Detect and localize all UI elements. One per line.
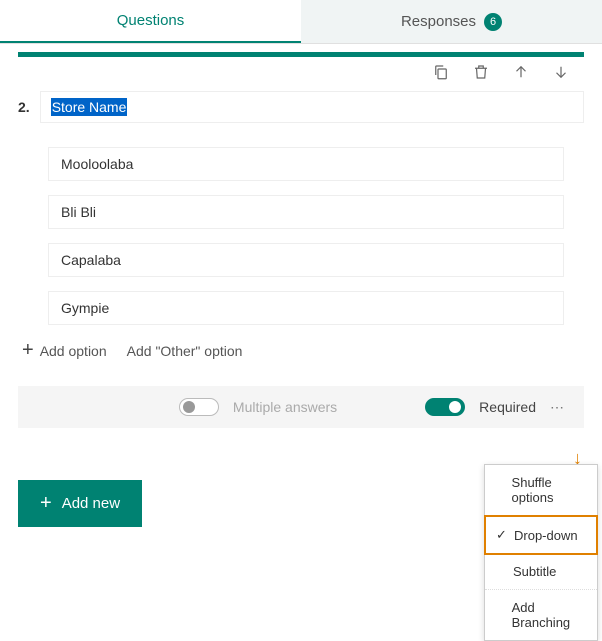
- menu-branching-label: Add Branching: [512, 600, 587, 630]
- check-icon: ✓: [496, 527, 508, 543]
- required-label: Required: [479, 399, 536, 415]
- tab-responses-label: Responses: [401, 13, 476, 30]
- menu-subtitle[interactable]: Subtitle: [485, 554, 597, 590]
- option-input[interactable]: Mooloolaba: [48, 147, 564, 181]
- question-footer: Multiple answers Required ⋯: [18, 386, 584, 428]
- required-toggle[interactable]: [425, 398, 465, 416]
- add-option-label: Add option: [40, 343, 107, 359]
- add-option-row: + Add option Add "Other" option: [22, 339, 584, 362]
- options-list: Mooloolaba Bli Bli Capalaba Gympie: [48, 147, 584, 325]
- plus-icon: +: [40, 492, 52, 515]
- option-input[interactable]: Gympie: [48, 291, 564, 325]
- multiple-answers-toggle[interactable]: [179, 398, 219, 416]
- more-options-menu: Shuffle options ✓ Drop-down Subtitle Add…: [484, 464, 598, 641]
- tab-responses[interactable]: Responses 6: [301, 0, 602, 43]
- question-title-text: Store Name: [51, 98, 128, 116]
- add-other-option-button[interactable]: Add "Other" option: [127, 343, 243, 359]
- tab-questions[interactable]: Questions: [0, 0, 301, 43]
- more-options-button[interactable]: ⋯: [550, 399, 566, 416]
- option-input[interactable]: Bli Bli: [48, 195, 564, 229]
- question-title-input[interactable]: Store Name: [40, 91, 584, 123]
- add-other-label: Add "Other" option: [127, 343, 243, 359]
- question-number: 2.: [18, 91, 30, 115]
- tab-bar: Questions Responses 6: [0, 0, 602, 44]
- menu-dropdown-label: Drop-down: [514, 528, 578, 543]
- menu-shuffle-options[interactable]: Shuffle options: [485, 465, 597, 516]
- add-new-label: Add new: [62, 495, 120, 512]
- menu-shuffle-label: Shuffle options: [512, 475, 587, 505]
- menu-subtitle-label: Subtitle: [513, 564, 556, 579]
- tab-questions-label: Questions: [117, 12, 185, 29]
- option-input[interactable]: Capalaba: [48, 243, 564, 277]
- responses-count-badge: 6: [484, 13, 502, 31]
- multiple-answers-label: Multiple answers: [233, 399, 337, 415]
- add-new-question-button[interactable]: + Add new: [18, 480, 142, 527]
- move-up-icon[interactable]: [512, 63, 530, 81]
- move-down-icon[interactable]: [552, 63, 570, 81]
- copy-icon[interactable]: [432, 63, 450, 81]
- plus-icon: +: [22, 339, 34, 362]
- question-toolbar: [0, 57, 602, 87]
- add-option-button[interactable]: + Add option: [22, 339, 107, 362]
- menu-dropdown[interactable]: ✓ Drop-down: [484, 515, 598, 555]
- delete-icon[interactable]: [472, 63, 490, 81]
- question-editor: 2. Store Name Mooloolaba Bli Bli Capalab…: [0, 87, 602, 368]
- menu-add-branching[interactable]: Add Branching: [485, 590, 597, 640]
